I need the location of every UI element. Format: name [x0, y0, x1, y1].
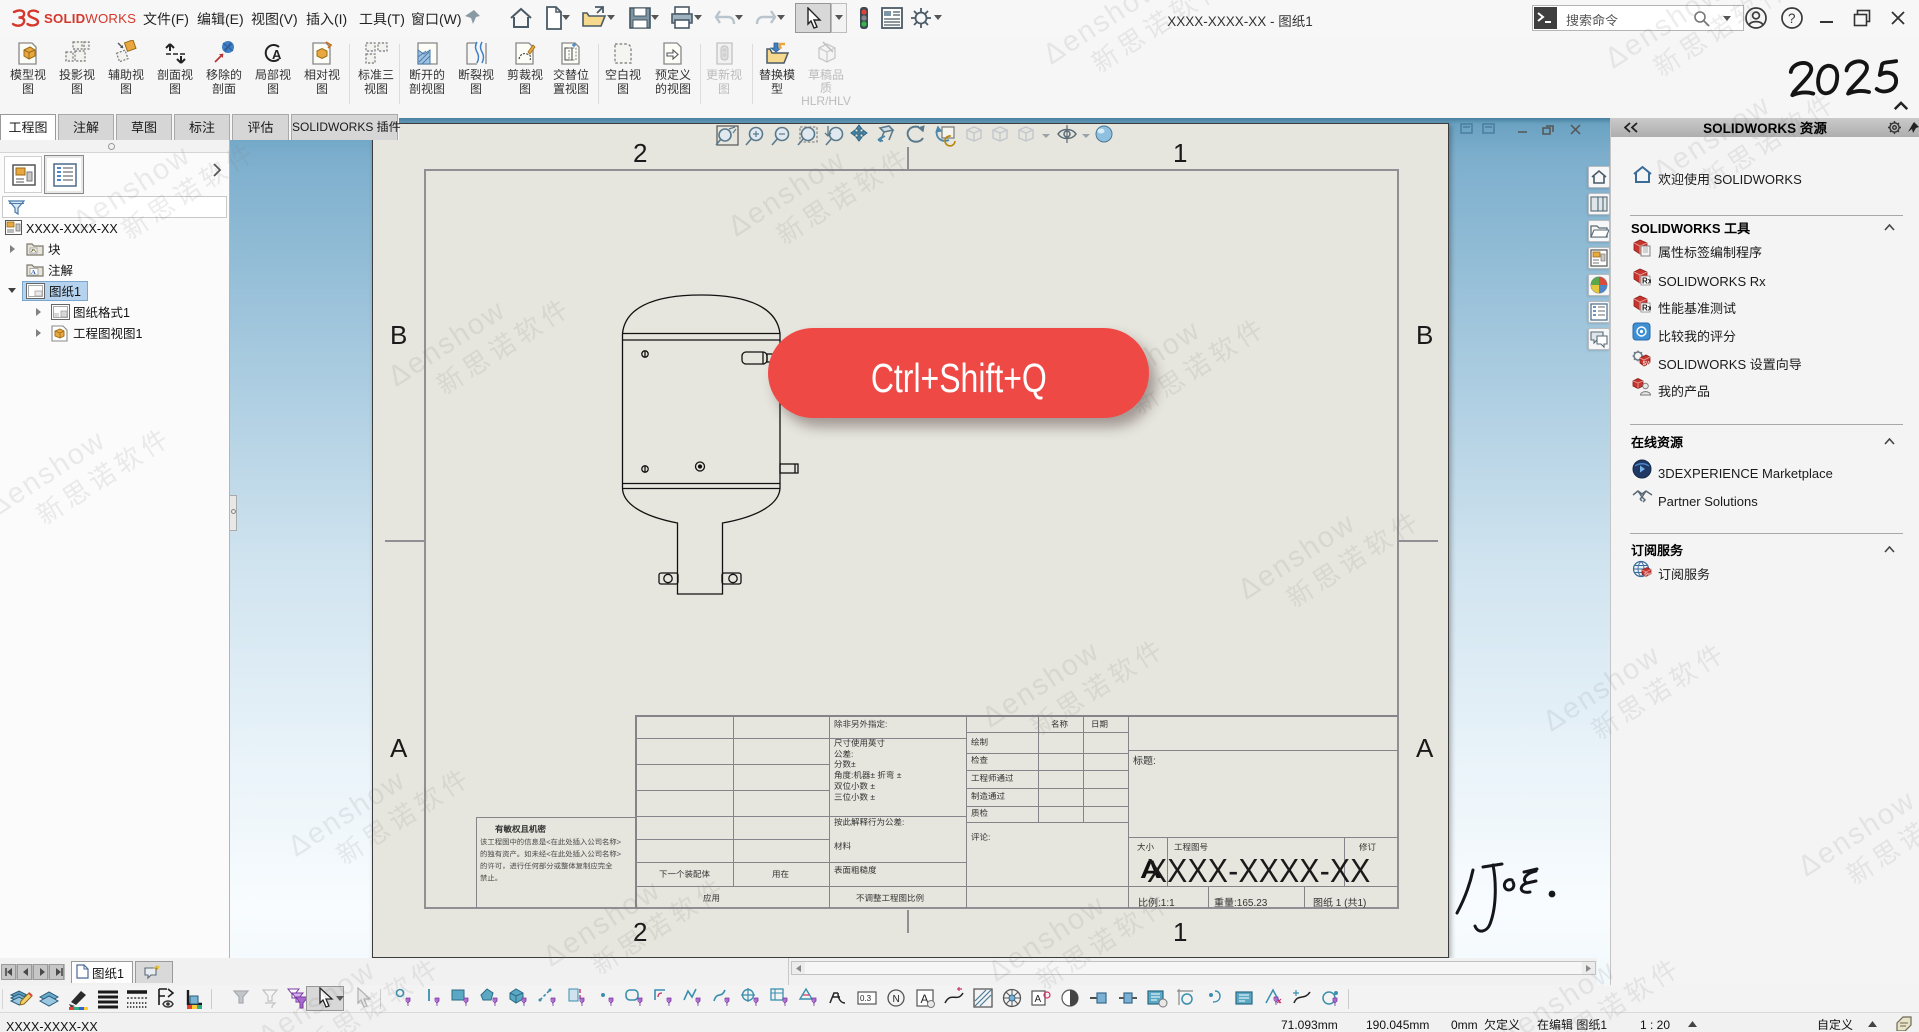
svg-text:?: ? [1788, 11, 1796, 26]
svg-text:SW: SW [1644, 572, 1652, 577]
svg-text:SW: SW [1643, 361, 1652, 367]
svg-text:N: N [893, 994, 900, 1005]
svg-text:A: A [272, 47, 282, 62]
svg-text:Rx: Rx [1642, 277, 1651, 286]
svg-text:A: A [31, 269, 36, 276]
svg-text:Rx: Rx [1642, 304, 1651, 313]
svg-text:SOLIDWORKS: SOLIDWORKS [44, 11, 136, 26]
svg-text:A: A [1035, 994, 1042, 1005]
svg-text:0.3: 0.3 [860, 994, 872, 1003]
